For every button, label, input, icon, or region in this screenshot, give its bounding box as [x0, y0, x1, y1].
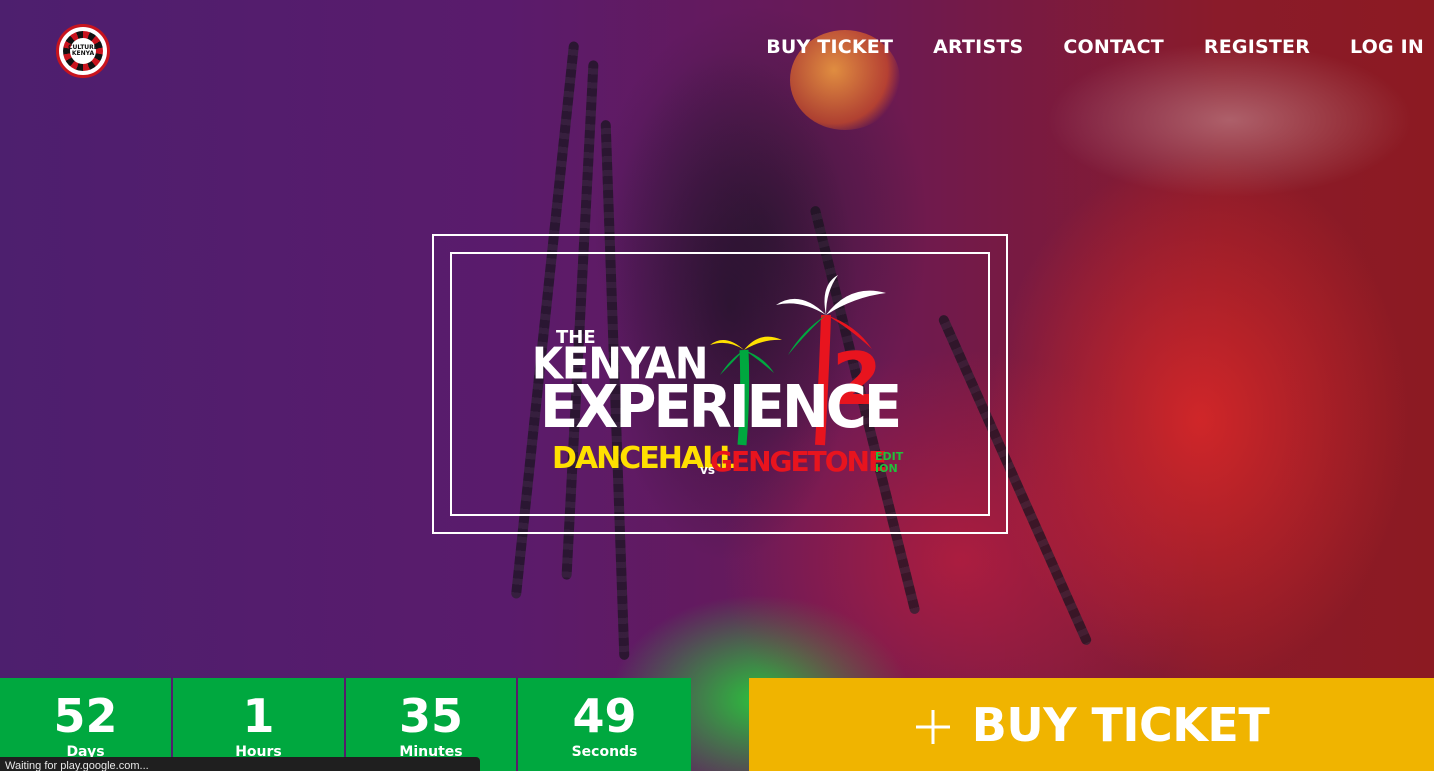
nav-buy-ticket[interactable]: BUY TICKET — [766, 36, 893, 58]
plus-icon — [915, 709, 950, 744]
countdown-label: Seconds — [571, 744, 638, 760]
countdown-value: 49 — [572, 689, 637, 743]
event-logo: THE KENYAN 2 EXPERIENCE DANCEHALL vs GEN… — [520, 275, 920, 490]
countdown-value: 35 — [398, 689, 463, 743]
culture-kenya-badge-icon: CULTURE KENYA — [63, 31, 103, 71]
logo-text: CULTURE KENYA — [68, 38, 98, 64]
browser-status-bar: Waiting for play.google.com... — [0, 757, 480, 771]
buy-ticket-button[interactable]: BUY TICKET — [749, 678, 1434, 771]
buy-ticket-label: BUY TICKET — [971, 697, 1270, 752]
countdown-value: 52 — [53, 689, 118, 743]
nav-artists[interactable]: ARTISTS — [933, 36, 1023, 58]
event-sub-edition: EDIT ION — [875, 450, 904, 475]
nav-log-in[interactable]: LOG IN — [1350, 36, 1424, 58]
site-logo[interactable]: CULTURE KENYA — [56, 24, 110, 78]
countdown-value: 1 — [242, 689, 275, 743]
event-title-experience: EXPERIENCE — [540, 373, 902, 442]
nav-contact[interactable]: CONTACT — [1063, 36, 1164, 58]
nav-register[interactable]: REGISTER — [1204, 36, 1310, 58]
main-nav: BUY TICKET ARTISTS CONTACT REGISTER LOG … — [726, 36, 1424, 58]
countdown-seconds: 49 Seconds — [518, 678, 691, 771]
event-sub-gengetone: GENGETONE — [710, 445, 887, 478]
